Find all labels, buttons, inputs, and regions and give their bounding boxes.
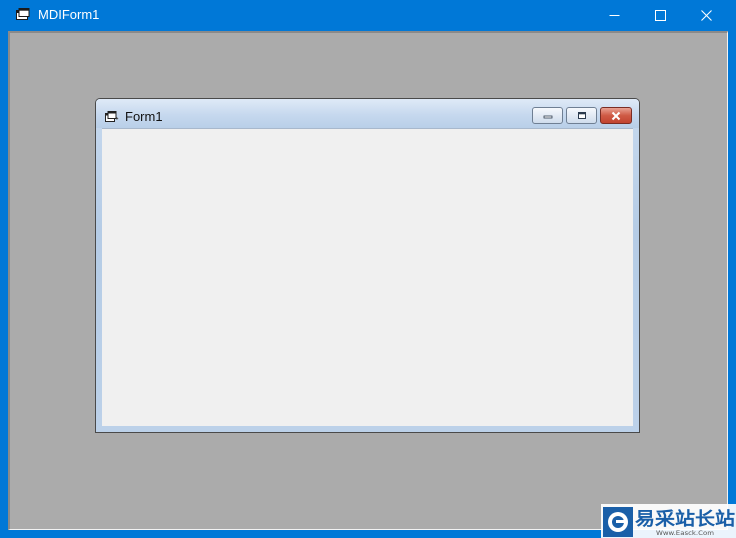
child-restore-button[interactable] [566,107,597,124]
watermark-sub-text: Www.Easck.Com [656,529,714,537]
mdi-window: MDIForm1 Form1 易采站长站 Www.Easck.Com [0,0,736,538]
watermark-text: 易采站长站 Www.Easck.Com [635,508,735,537]
close-icon [611,111,621,120]
child-minimize-button[interactable] [532,107,563,124]
maximize-button[interactable] [637,0,683,31]
vb-form-icon [16,8,30,20]
child-close-button[interactable] [600,107,632,124]
close-icon [700,10,712,21]
vb-form-icon [105,111,119,122]
mdi-titlebar[interactable]: MDIForm1 [0,0,736,31]
form-client-area[interactable] [102,128,633,426]
window-title: MDIForm1 [38,7,100,22]
child-titlebar[interactable]: Form1 [96,99,639,128]
maximize-icon [654,10,666,21]
minimize-button[interactable] [591,0,637,31]
minimize-icon [543,115,552,118]
child-window-title: Form1 [125,109,163,124]
brand-logo-icon [603,507,633,537]
minimize-icon [609,15,619,16]
watermark-brand-text: 易采站长站 [635,508,735,530]
watermark-logo: 易采站长站 Www.Easck.Com [601,504,736,538]
restore-icon [577,111,586,119]
close-button[interactable] [683,0,729,31]
child-form-window[interactable]: Form1 [95,98,640,433]
